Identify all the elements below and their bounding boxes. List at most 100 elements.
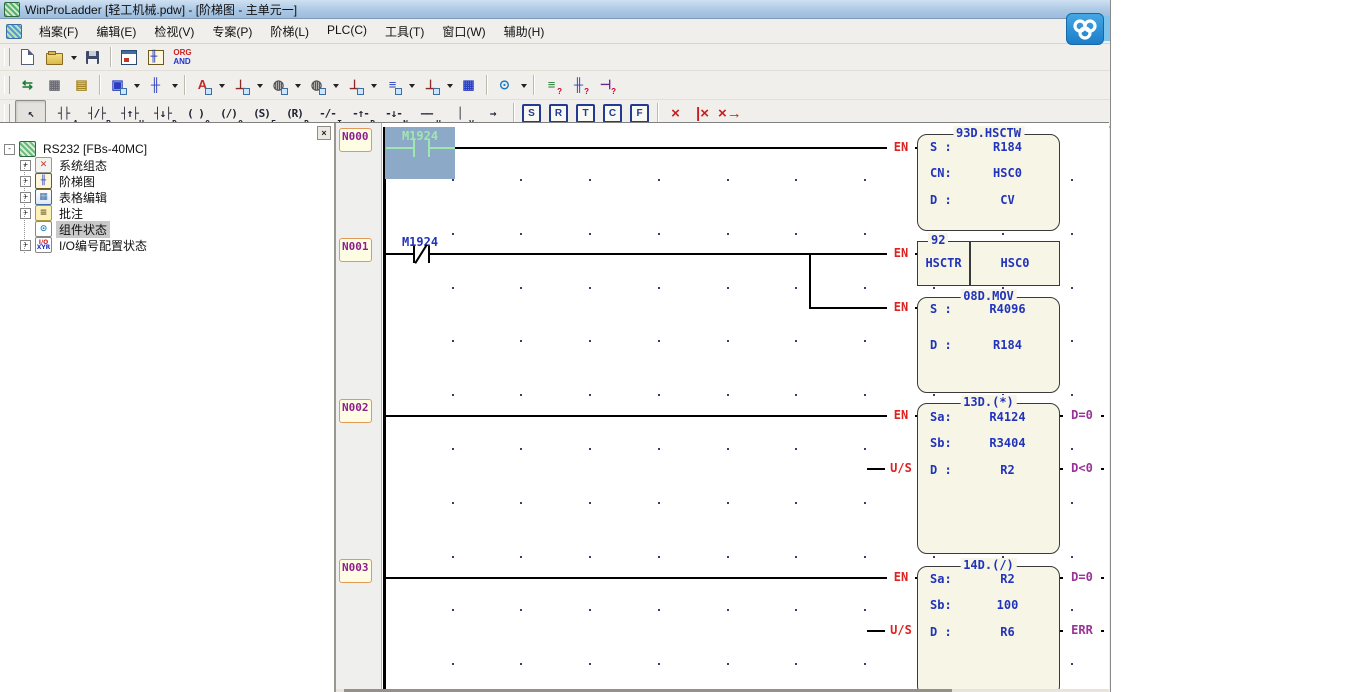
zoom-preview-button[interactable]: ⊙ [492, 73, 517, 98]
toolbar-separator [513, 103, 514, 123]
grid-dot [658, 448, 660, 450]
ladder-canvas[interactable]: M1924M192493D.HSCTWS :R184CN:HSC0D :CVEN… [336, 123, 1109, 689]
contact-label-n000: M1924 [385, 129, 455, 143]
expand-icon[interactable]: + [20, 208, 31, 219]
text-edit-button[interactable]: A [190, 73, 215, 98]
menu-item-4[interactable]: 阶梯(L) [261, 20, 318, 43]
probe-signal-button-dropdown[interactable] [254, 74, 265, 97]
grid-dot [1071, 287, 1073, 289]
network-label-N000[interactable]: N000 [339, 128, 372, 152]
ladder-window-button[interactable] [143, 45, 168, 70]
open-file-button[interactable] [42, 45, 67, 70]
open-file-button-dropdown[interactable] [68, 46, 79, 69]
tree-item-2[interactable]: +▦表格编辑 [0, 189, 334, 205]
tree-item-5-label: I/O编号配置状态 [56, 237, 150, 254]
org-and-instruction-button[interactable]: ORGAND [170, 45, 195, 70]
project-view-button[interactable] [116, 45, 141, 70]
expand-icon[interactable]: + [20, 160, 31, 171]
ladder-editor[interactable]: M1924M192493D.HSCTWS :R184CN:HSC0D :CVEN… [336, 123, 1109, 692]
collapse-icon[interactable]: - [4, 144, 15, 155]
grid-dot [864, 340, 866, 342]
network-diagram-button[interactable]: ▣ [105, 73, 130, 98]
tree-item-1[interactable]: +╫阶梯图 [0, 173, 334, 189]
network-diagram-button-dropdown[interactable] [131, 74, 142, 97]
ic-chip-button[interactable]: ▦ [42, 73, 67, 98]
toolbar-grip[interactable] [4, 48, 10, 66]
function-block-92[interactable]: 92HSCTRHSC0 [917, 241, 1060, 286]
network-label-N001[interactable]: N001 [339, 238, 372, 262]
ladder-view-button-dropdown[interactable] [169, 74, 180, 97]
probe-a-button[interactable]: ⊥ [342, 73, 367, 98]
function-block-14d-[interactable]: 14D.(/)Sa:R2Sb:100D :R6 [917, 566, 1060, 692]
chevron-down-icon [257, 84, 263, 91]
ladder-diagram-icon: ╫ [35, 173, 52, 189]
menu-item-6[interactable]: 工具(T) [376, 20, 433, 43]
menu-item-8[interactable]: 辅助(H) [495, 20, 554, 43]
text-edit-button-dropdown[interactable] [216, 74, 227, 97]
tree-item-3[interactable]: +≡批注 [0, 205, 334, 221]
tree-item-5[interactable]: +I/OXYRI/O编号配置状态 [0, 237, 334, 253]
motor-settings-button-dropdown[interactable] [292, 74, 303, 97]
menu-item-0[interactable]: 档案(F) [30, 20, 87, 43]
param-name: D : [930, 193, 952, 207]
probe-a-button-dropdown[interactable] [368, 74, 379, 97]
block-param-row: CN:HSC0 [930, 166, 1053, 180]
tree-item-0[interactable]: +✕系统组态 [0, 157, 334, 173]
grid-dot [795, 502, 797, 504]
grid-dot [864, 448, 866, 450]
param-name: Sa: [930, 572, 952, 586]
contact-nc-tool-glyph: ┤/├ [88, 107, 105, 120]
list-view-button-dropdown[interactable] [406, 74, 417, 97]
status-help-button[interactable]: ≡ [539, 73, 564, 98]
funshion-overlay-icon[interactable] [1066, 13, 1104, 45]
function-block-08d-mov[interactable]: 08D.MOVS :R4096D :R184 [917, 297, 1060, 393]
element-help-button[interactable]: ⊣ [593, 73, 618, 98]
probe-m-button[interactable]: ⊥ [418, 73, 443, 98]
motor-settings-button[interactable]: ◍ [266, 73, 291, 98]
expand-icon[interactable]: + [20, 240, 31, 251]
expand-icon[interactable]: + [20, 176, 31, 187]
zoom-preview-button-dropdown[interactable] [518, 74, 529, 97]
project-tree-panel: × -RS232 [FBs-40MC]+✕系统组态+╫阶梯图+▦表格编辑+≡批注… [0, 123, 336, 692]
motor-io-button[interactable]: ◍ [304, 73, 329, 98]
menu-item-3[interactable]: 专案(P) [203, 20, 261, 43]
motor-io-button-dropdown[interactable] [330, 74, 341, 97]
tree-root-rs232[interactable]: - RS232 [FBs-40MC] [0, 141, 334, 157]
grid-dot [727, 448, 729, 450]
mdi-child-icon[interactable] [6, 24, 22, 39]
function-block-13d-[interactable]: 13D.(*)Sa:R4124Sb:R3404D :R2 [917, 403, 1060, 554]
toolbar-separator [184, 75, 185, 95]
en-input-label: EN [887, 408, 915, 422]
tree-root-rs232-label: RS232 [FBs-40MC] [40, 142, 150, 156]
close-icon[interactable]: × [317, 126, 331, 140]
title-bar[interactable]: WinProLadder [轻工机械.pdw] - [阶梯图 - 主单元一] [0, 0, 1110, 19]
grid-dot [452, 556, 454, 558]
list-view-button[interactable]: ≡ [380, 73, 405, 98]
network-label-N002[interactable]: N002 [339, 399, 372, 423]
menu-item-1[interactable]: 编辑(E) [87, 20, 145, 43]
probe-signal-button[interactable]: ⊥ [228, 73, 253, 98]
network-label-N003[interactable]: N003 [339, 559, 372, 583]
tree-item-4[interactable]: ⊙组件状态 [0, 221, 334, 237]
menu-item-2[interactable]: 检视(V) [145, 20, 203, 43]
param-name: Sb: [930, 436, 952, 450]
io-replace-button[interactable]: ⇆ [15, 73, 40, 98]
toolbar-grip[interactable] [4, 104, 10, 122]
expand-icon[interactable]: + [20, 192, 31, 203]
toolbar-grip[interactable] [4, 76, 10, 94]
param-value: R2 [1000, 463, 1014, 477]
menu-item-7[interactable]: 窗口(W) [433, 20, 494, 43]
catalog-button[interactable]: ▤ [69, 73, 94, 98]
chevron-down-icon [371, 84, 377, 91]
overlay-secondary-shape [1103, 16, 1110, 41]
new-file-button[interactable] [15, 45, 40, 70]
list-view-icon: ≡ [389, 78, 397, 92]
probe-m-button-dropdown[interactable] [444, 74, 455, 97]
function-block-93d-hsctw[interactable]: 93D.HSCTWS :R184CN:HSC0D :CV [917, 134, 1060, 231]
ladder-help-button[interactable]: ╫ [566, 73, 591, 98]
io-table-button[interactable]: ▦ [456, 73, 481, 98]
grid-dot [520, 502, 522, 504]
save-file-button[interactable] [80, 45, 105, 70]
ladder-view-button[interactable]: ╫ [143, 73, 168, 98]
menu-item-5[interactable]: PLC(C) [318, 20, 376, 43]
